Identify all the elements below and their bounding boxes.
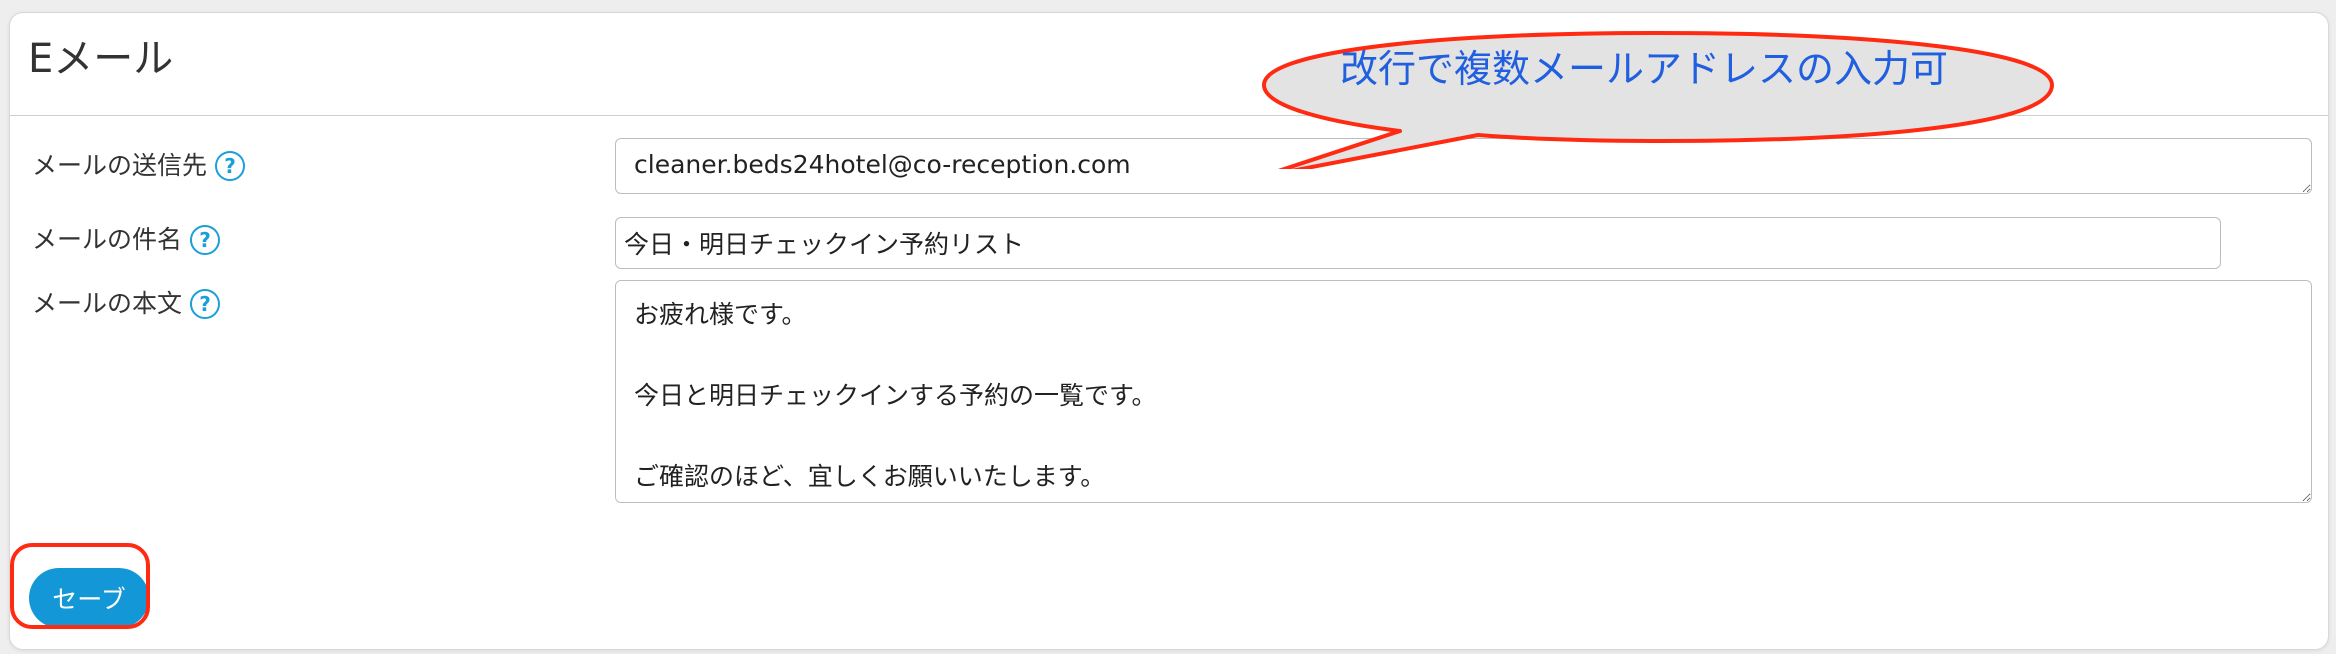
panel-header: Eメール (10, 13, 2328, 116)
to-label-row: メールの送信先 ? (32, 149, 246, 183)
body-label: メールの本文 (32, 289, 183, 318)
to-field[interactable]: cleaner.beds24hotel@co-reception.com (615, 138, 2312, 194)
to-label: メールの送信先 (32, 151, 208, 180)
body-label-row: メールの本文 ? (32, 287, 221, 321)
save-button[interactable]: セーブ (29, 568, 149, 628)
email-settings-panel: Eメール メールの送信先 ? cleaner.beds24hotel@co-re… (9, 12, 2329, 650)
subject-field[interactable] (615, 217, 2221, 269)
body-field[interactable]: お疲れ様です。 今日と明日チェックインする予約の一覧です。 ご確認のほど、宜しく… (615, 280, 2312, 503)
to-help-icon[interactable]: ? (215, 151, 246, 181)
subject-label-row: メールの件名 ? (32, 223, 221, 257)
subject-help-icon[interactable]: ? (190, 225, 221, 255)
panel-title: Eメール (28, 36, 174, 82)
subject-label: メールの件名 (32, 225, 183, 254)
body-help-icon[interactable]: ? (190, 289, 221, 319)
